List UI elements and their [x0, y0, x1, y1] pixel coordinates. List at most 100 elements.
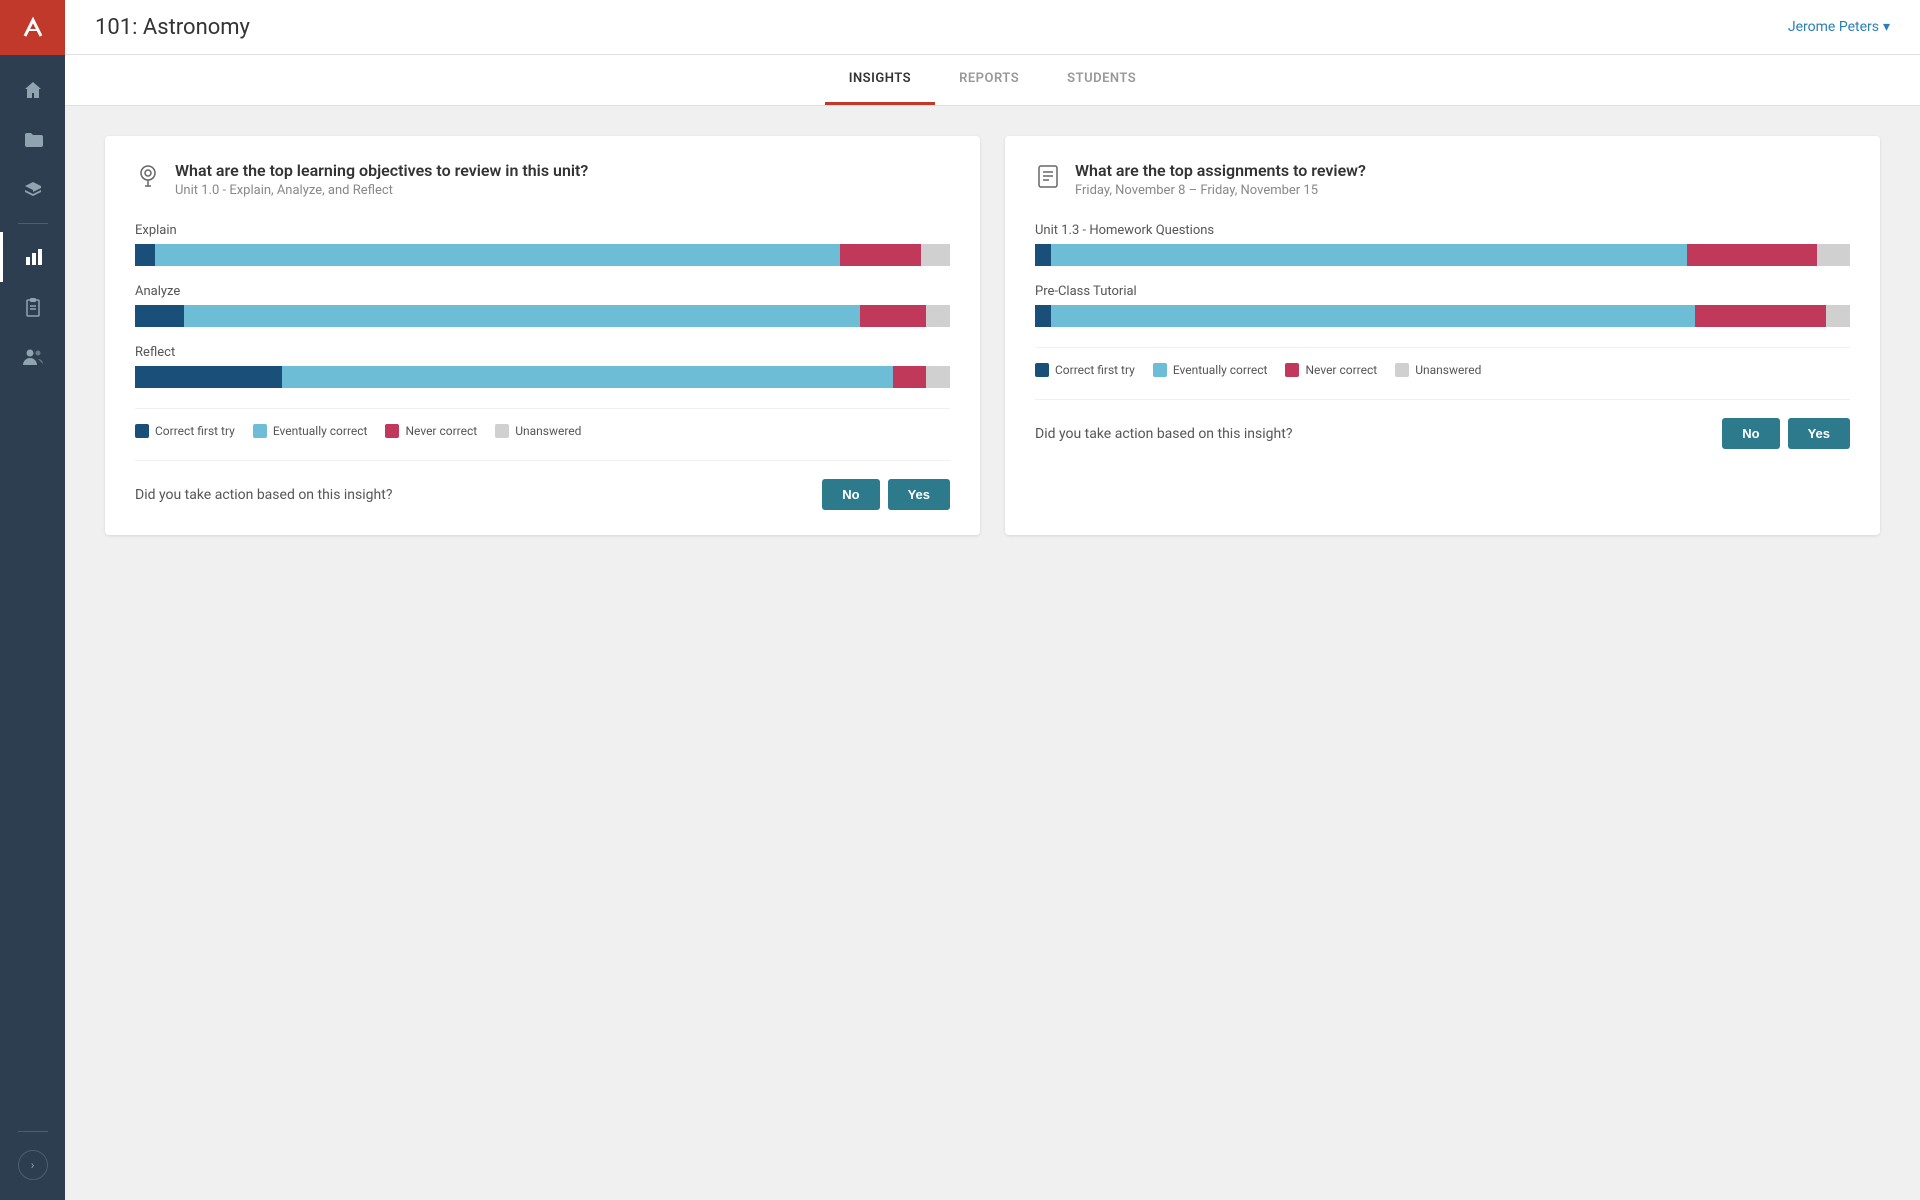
legend-item-unanswered: Unanswered — [1395, 363, 1481, 377]
legend-swatch — [495, 424, 509, 438]
left-action-buttons: No Yes — [822, 479, 950, 510]
sidebar-item-folder[interactable] — [0, 115, 65, 165]
right-card-icon — [1035, 163, 1061, 195]
left-card-icon — [135, 163, 161, 195]
right-legend: Correct first try Eventually correct Never… — [1035, 347, 1850, 377]
cards-row: What are the top learning objectives to … — [105, 136, 1880, 535]
sidebar-item-clipboard[interactable] — [0, 282, 65, 332]
left-action-question: Did you take action based on this insigh… — [135, 487, 392, 503]
legend-swatch — [1035, 363, 1049, 377]
user-menu[interactable]: Jerome Peters ▾ — [1788, 19, 1890, 35]
bar-segment-eventually_correct — [282, 366, 893, 388]
left-card-title: What are the top learning objectives to … — [175, 161, 588, 180]
left-no-button[interactable]: No — [822, 479, 879, 510]
tab-reports[interactable]: REPORTS — [935, 55, 1043, 105]
bar-segment-unanswered — [1817, 244, 1850, 266]
bar-track — [135, 244, 950, 266]
left-action-row: Did you take action based on this insigh… — [135, 460, 950, 510]
bar-segment-eventually_correct — [184, 305, 860, 327]
left-card: What are the top learning objectives to … — [105, 136, 980, 535]
bar-track — [135, 366, 950, 388]
bar-segment-eventually_correct — [1051, 305, 1695, 327]
bar-segment-unanswered — [921, 244, 950, 266]
bar-group: Unit 1.3 - Homework Questions — [1035, 223, 1850, 266]
bar-label: Analyze — [135, 284, 950, 299]
bar-track — [1035, 305, 1850, 327]
bar-segment-never_correct — [1687, 244, 1817, 266]
left-card-header: What are the top learning objectives to … — [135, 161, 950, 198]
bar-segment-never_correct — [893, 366, 926, 388]
sidebar: › — [0, 0, 65, 1200]
sidebar-item-layers[interactable] — [0, 165, 65, 215]
left-bar-chart: Explain Analyze Reflect — [135, 223, 950, 388]
bar-segment-correct_first — [135, 244, 155, 266]
bar-segment-eventually_correct — [155, 244, 840, 266]
bar-group: Pre-Class Tutorial — [1035, 284, 1850, 327]
bar-group: Reflect — [135, 345, 950, 388]
sidebar-expand-button[interactable]: › — [18, 1150, 48, 1180]
tab-nav: INSIGHTS REPORTS STUDENTS — [65, 55, 1920, 106]
main-area: 101: Astronomy Jerome Peters ▾ INSIGHTS … — [65, 0, 1920, 1200]
right-card-title-block: What are the top assignments to review? … — [1075, 161, 1366, 198]
sidebar-item-home[interactable] — [0, 65, 65, 115]
user-dropdown-icon: ▾ — [1883, 19, 1890, 35]
bar-segment-never_correct — [860, 305, 925, 327]
right-card-title: What are the top assignments to review? — [1075, 161, 1366, 180]
bar-label: Unit 1.3 - Homework Questions — [1035, 223, 1850, 238]
right-action-row: Did you take action based on this insigh… — [1035, 399, 1850, 449]
bar-segment-eventually_correct — [1051, 244, 1687, 266]
legend-swatch — [253, 424, 267, 438]
bar-track — [135, 305, 950, 327]
legend-label: Correct first try — [155, 424, 235, 438]
legend-item-never_correct: Never correct — [385, 424, 477, 438]
right-no-button[interactable]: No — [1722, 418, 1779, 449]
content-area: What are the top learning objectives to … — [65, 106, 1920, 1200]
right-card-header: What are the top assignments to review? … — [1035, 161, 1850, 198]
legend-swatch — [385, 424, 399, 438]
legend-item-never_correct: Never correct — [1285, 363, 1377, 377]
sidebar-item-chart[interactable] — [0, 232, 65, 282]
tab-insights[interactable]: INSIGHTS — [825, 55, 935, 105]
bar-segment-never_correct — [1695, 305, 1825, 327]
page-title: 101: Astronomy — [95, 15, 250, 40]
bar-label: Reflect — [135, 345, 950, 360]
bar-segment-correct_first — [135, 366, 282, 388]
legend-label: Eventually correct — [1173, 363, 1268, 377]
sidebar-divider — [18, 223, 48, 224]
legend-swatch — [1395, 363, 1409, 377]
legend-label: Never correct — [405, 424, 477, 438]
bar-group: Explain — [135, 223, 950, 266]
legend-item-correct_first: Correct first try — [1035, 363, 1135, 377]
sidebar-item-users[interactable] — [0, 332, 65, 382]
sidebar-bottom: › — [18, 1123, 48, 1180]
user-name: Jerome Peters — [1788, 19, 1879, 35]
legend-label: Correct first try — [1055, 363, 1135, 377]
app-logo — [0, 0, 65, 55]
legend-swatch — [1153, 363, 1167, 377]
legend-item-eventually_correct: Eventually correct — [1153, 363, 1268, 377]
left-card-title-block: What are the top learning objectives to … — [175, 161, 588, 198]
right-action-question: Did you take action based on this insigh… — [1035, 426, 1292, 442]
right-yes-button[interactable]: Yes — [1788, 418, 1850, 449]
bar-segment-unanswered — [926, 305, 950, 327]
legend-label: Unanswered — [1415, 363, 1481, 377]
bar-segment-unanswered — [926, 366, 950, 388]
bar-segment-unanswered — [1826, 305, 1850, 327]
bar-track — [1035, 244, 1850, 266]
bar-label: Explain — [135, 223, 950, 238]
bar-segment-never_correct — [840, 244, 922, 266]
header: 101: Astronomy Jerome Peters ▾ — [65, 0, 1920, 55]
legend-swatch — [1285, 363, 1299, 377]
left-yes-button[interactable]: Yes — [888, 479, 950, 510]
bar-label: Pre-Class Tutorial — [1035, 284, 1850, 299]
right-card-subtitle: Friday, November 8 – Friday, November 15 — [1075, 183, 1366, 198]
sidebar-nav — [0, 65, 65, 1123]
legend-item-unanswered: Unanswered — [495, 424, 581, 438]
right-action-buttons: No Yes — [1722, 418, 1850, 449]
right-card: What are the top assignments to review? … — [1005, 136, 1880, 535]
bar-segment-correct_first — [1035, 305, 1051, 327]
bar-group: Analyze — [135, 284, 950, 327]
bar-segment-correct_first — [1035, 244, 1051, 266]
tab-students[interactable]: STUDENTS — [1043, 55, 1160, 105]
legend-label: Eventually correct — [273, 424, 368, 438]
